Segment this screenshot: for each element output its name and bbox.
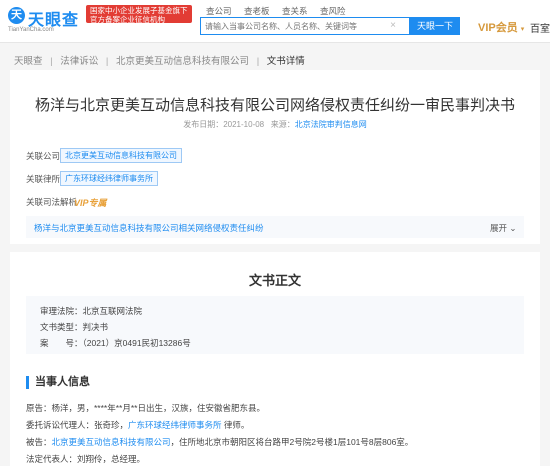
- logo-subtext: TianYanCha.com: [8, 27, 54, 33]
- search-box: ×: [200, 17, 410, 35]
- breadcrumb-separator: |: [256, 56, 260, 67]
- vip-exclusive-badge[interactable]: VIP专属: [74, 196, 107, 209]
- related-case-link[interactable]: 杨洋与北京更美互动信息科技有限公司相关网络侵权责任纠纷: [34, 222, 264, 234]
- tab-boss[interactable]: 查老板: [244, 5, 270, 17]
- defendant-company-link[interactable]: 北京更美互动信息科技有限公司: [52, 437, 171, 447]
- document-header-card: 杨洋与北京更美互动信息科技有限公司网络侵权责任纠纷一审民事判决书 发布日期：20…: [10, 70, 540, 244]
- source-label: 来源：: [270, 120, 295, 129]
- publish-date: 2021-10-08: [223, 120, 265, 129]
- breadcrumb-separator: |: [105, 56, 109, 67]
- baike-link[interactable]: 百室: [530, 20, 550, 35]
- chevron-down-icon: ⌄: [509, 223, 517, 233]
- defendant-suffix: ，住所地北京市朝阳区将台路甲2号院2号楼1层101号8层806室。: [170, 437, 414, 447]
- related-lawfirm-label: 关联律所: [26, 174, 61, 184]
- date-label: 发布日期：: [183, 120, 224, 129]
- breadcrumb: 天眼查 | 法律诉讼 | 北京更美互动信息科技有限公司 | 文书详情: [14, 53, 305, 67]
- agent-suffix: 律师。: [223, 420, 250, 430]
- promo-banner[interactable]: 国家中小企业发展子基金旗下 官方备案企业征信机构: [86, 5, 192, 23]
- top-bar: 天 天眼查 TianYanCha.com 国家中小企业发展子基金旗下 官方备案企…: [0, 0, 550, 43]
- court-line: 审理法院：北京互联网法院: [40, 306, 143, 316]
- page-title: 杨洋与北京更美互动信息科技有限公司网络侵权责任纠纷一审民事判决书: [34, 97, 515, 114]
- banner-line-2: 官方备案企业征信机构: [90, 15, 165, 23]
- related-case-box: 杨洋与北京更美互动信息科技有限公司相关网络侵权责任纠纷 展开 ⌄: [26, 216, 524, 238]
- section-title: 文书正文: [248, 273, 301, 288]
- breadcrumb-home[interactable]: 天眼查: [14, 56, 43, 67]
- related-company-label: 关联公司: [26, 151, 61, 161]
- case-number-line: 案 号：（2021）京0491民初13286号: [40, 338, 191, 348]
- clear-icon[interactable]: ×: [387, 20, 399, 32]
- breadcrumb-litigation[interactable]: 法律诉讼: [60, 56, 98, 67]
- expand-button[interactable]: 展开 ⌄: [490, 222, 517, 234]
- logo-mark-icon: 天: [8, 7, 25, 24]
- vip-member-link[interactable]: VIP会员 ▾: [478, 19, 524, 35]
- breadcrumb-company[interactable]: 北京更美互动信息科技有限公司: [116, 56, 249, 67]
- case-info-box: 审理法院：北京互联网法院 文书类型：判决书 案 号：（2021）京0491民初1…: [26, 296, 524, 354]
- agent-prefix: 委托诉讼代理人：张奇珍，: [26, 420, 129, 430]
- chevron-down-icon: ▾: [520, 26, 525, 33]
- defendant-line: 被告：北京更美互动信息科技有限公司，住所地北京市朝阳区将台路甲2号院2号楼1层1…: [26, 436, 413, 448]
- banner-line-1: 国家中小企业发展子基金旗下: [90, 6, 188, 15]
- document-body-card: 文书正文 审理法院：北京互联网法院 文书类型：判决书 案 号：（2021）京04…: [10, 252, 540, 466]
- expand-label: 展开: [490, 223, 508, 233]
- vip-label: VIP会员: [478, 22, 518, 34]
- tab-risk[interactable]: 查风险: [320, 5, 346, 17]
- search-button[interactable]: 天眼一下: [410, 17, 460, 35]
- source-link[interactable]: 北京法院审判信息网: [295, 120, 367, 129]
- plaintiff-line: 原告：杨洋，男，****年**月**日出生，汉族，住安徽省肥东县。: [26, 403, 265, 413]
- tab-relation[interactable]: 查关系: [282, 5, 308, 17]
- defendant-prefix: 被告：: [26, 437, 52, 447]
- document-type-line: 文书类型：判决书: [40, 322, 109, 332]
- party-info-heading: 当事人信息: [26, 376, 90, 389]
- related-company-tag[interactable]: 北京更美互动信息科技有限公司: [60, 148, 182, 163]
- agent-firm-link[interactable]: 广东环球经纬律师事务所: [128, 420, 222, 430]
- legal-rep-line: 法定代表人：刘翔伶，总经理。: [26, 454, 146, 464]
- related-lawfirm-tag[interactable]: 广东环球经纬律师事务所: [60, 171, 158, 186]
- breadcrumb-separator: |: [50, 56, 53, 67]
- agent-line: 委托诉讼代理人：张奇珍，广东环球经纬律师事务所 律师。: [26, 419, 249, 431]
- breadcrumb-current: 文书详情: [266, 56, 305, 67]
- related-analysis-label: 关联司法解析: [26, 197, 78, 207]
- logo[interactable]: 天 天眼查 TianYanCha.com: [8, 6, 80, 36]
- tab-company[interactable]: 查公司: [206, 5, 232, 17]
- search-input[interactable]: [205, 18, 375, 34]
- document-meta: 发布日期：2021-10-08 来源：北京法院审判信息网: [10, 119, 540, 130]
